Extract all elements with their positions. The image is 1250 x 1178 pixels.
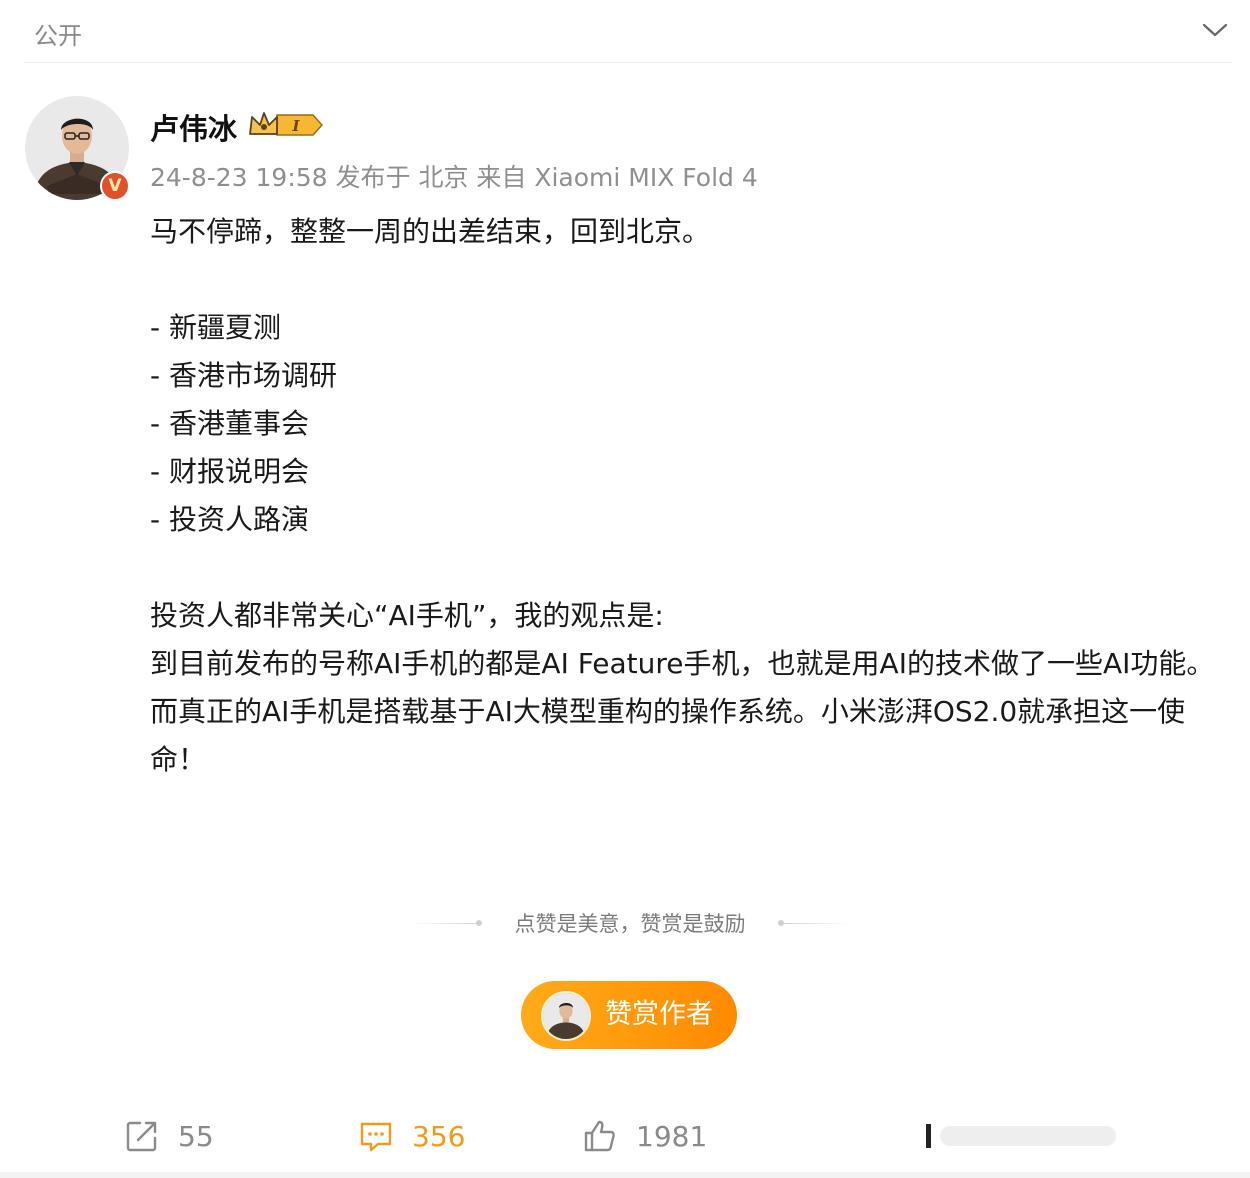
action-bar: 55 356 1981 xyxy=(0,1108,1250,1168)
comment-icon xyxy=(360,1122,392,1152)
reward-tagline-text: 点赞是美意，赞赏是鼓励 xyxy=(514,912,746,936)
level-badge-text: I xyxy=(291,117,300,135)
post-intro: 马不停蹄，整整一周的出差结束，回到北京。 xyxy=(150,215,711,248)
verified-icon: V xyxy=(100,171,130,201)
list-item: - 新疆夏测 xyxy=(150,311,282,344)
chevron-down-icon[interactable] xyxy=(1202,20,1228,40)
divider xyxy=(24,62,1232,63)
avatar xyxy=(541,991,591,1041)
post-paragraph: 到目前发布的号称AI手机的都是AI Feature手机，也就是用AI的技术做了一… xyxy=(150,647,1215,680)
comment-count: 356 xyxy=(412,1119,466,1153)
divider xyxy=(0,1172,1250,1178)
share-icon xyxy=(126,1121,157,1152)
reward-tagline: 点赞是美意，赞赏是鼓励 xyxy=(410,908,850,940)
like-button[interactable]: 1981 xyxy=(582,1108,707,1164)
visibility-label: 公开 xyxy=(34,22,82,50)
comment-button[interactable]: 356 xyxy=(358,1108,465,1164)
watermark-image xyxy=(926,1124,1116,1148)
crown-icon[interactable]: I xyxy=(247,110,325,140)
post-meta: 24-8-23 19:58 发布于 北京 来自 Xiaomi MIX Fold … xyxy=(150,163,758,192)
reward-author-button[interactable]: 赞赏作者 xyxy=(521,981,737,1049)
repost-button[interactable]: 55 xyxy=(124,1108,214,1164)
divider xyxy=(780,923,850,924)
like-count: 1981 xyxy=(636,1119,708,1153)
list-item: - 投资人路演 xyxy=(150,503,310,536)
list-item: - 香港市场调研 xyxy=(150,359,338,392)
post-paragraph: 而真正的AI手机是搭载基于AI大模型重构的操作系统。小米澎湃OS2.0就承担这一… xyxy=(150,695,1186,776)
post-visibility-bar: 公开 xyxy=(0,0,1250,64)
repost-count: 55 xyxy=(178,1119,214,1153)
list-item: - 香港董事会 xyxy=(150,407,310,440)
list-item: - 财报说明会 xyxy=(150,455,310,488)
post-paragraph: 投资人都非常关心“AI手机”，我的观点是: xyxy=(150,599,664,632)
author-name[interactable]: 卢伟冰 xyxy=(150,106,237,148)
reward-button-label: 赞赏作者 xyxy=(605,999,713,1030)
post-content: 马不停蹄，整整一周的出差结束，回到北京。 - 新疆夏测 - 香港市场调研 - 香… xyxy=(150,208,1230,784)
like-icon xyxy=(584,1120,615,1152)
